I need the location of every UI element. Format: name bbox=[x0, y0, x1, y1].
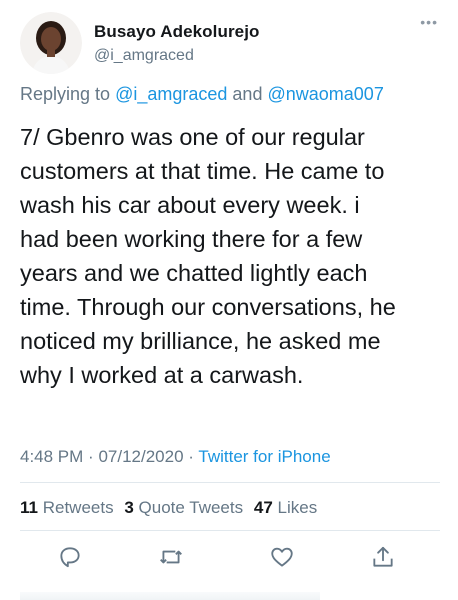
tweet-meta: 4:48 PM · 07/12/2020 · Twitter for iPhon… bbox=[20, 447, 331, 467]
likes-label: Likes bbox=[277, 498, 318, 517]
tweet-header: Busayo Adekolurejo @i_amgraced ••• bbox=[20, 12, 440, 76]
mention-link[interactable]: @i_amgraced bbox=[115, 84, 227, 104]
retweet-icon bbox=[160, 550, 182, 564]
quotes-label: Quote Tweets bbox=[138, 498, 244, 517]
retweets-count: 11 bbox=[20, 498, 38, 517]
meta-separator: · bbox=[88, 447, 94, 466]
retweets-label: Retweets bbox=[42, 498, 114, 517]
reply-icon bbox=[60, 547, 80, 568]
like-icon bbox=[271, 547, 293, 567]
display-name[interactable]: Busayo Adekolurejo bbox=[94, 22, 260, 42]
user-handle[interactable]: @i_amgraced bbox=[94, 47, 260, 65]
avatar[interactable] bbox=[20, 12, 82, 74]
replying-to: Replying to @i_amgraced and @nwaoma007 bbox=[20, 84, 384, 105]
tweet-source[interactable]: Twitter for iPhone bbox=[198, 447, 330, 466]
divider bbox=[20, 482, 440, 483]
tweet-text: 7/ Gbenro was one of our regular custome… bbox=[20, 124, 396, 388]
likes-stat[interactable]: 47 Likes bbox=[254, 498, 317, 517]
action-bar bbox=[20, 540, 440, 574]
author-names: Busayo Adekolurejo @i_amgraced bbox=[94, 22, 260, 65]
replying-conjunction: and bbox=[232, 84, 263, 104]
retweets-stat[interactable]: 11 Retweets bbox=[20, 498, 114, 517]
tweet-time[interactable]: 4:48 PM bbox=[20, 447, 83, 466]
likes-count: 47 bbox=[253, 498, 273, 517]
reply-button[interactable] bbox=[53, 540, 87, 574]
tweet-stats: 11 Retweets 3 Quote Tweets 47 Likes bbox=[20, 498, 323, 518]
quotes-count: 3 bbox=[124, 498, 134, 517]
meta-separator: · bbox=[188, 447, 194, 466]
like-button[interactable] bbox=[265, 540, 299, 574]
tweet-date[interactable]: 07/12/2020 bbox=[98, 447, 183, 466]
mention-link[interactable]: @nwaoma007 bbox=[267, 84, 383, 104]
share-icon bbox=[373, 546, 393, 567]
replying-prefix: Replying to bbox=[20, 84, 111, 104]
avatar-image bbox=[20, 12, 82, 74]
retweet-button[interactable] bbox=[154, 540, 188, 574]
more-icon[interactable]: ••• bbox=[420, 14, 438, 30]
quotes-stat[interactable]: 3 Quote Tweets bbox=[124, 498, 243, 517]
share-button[interactable] bbox=[366, 540, 400, 574]
next-content-edge bbox=[20, 592, 320, 600]
divider bbox=[20, 530, 440, 531]
